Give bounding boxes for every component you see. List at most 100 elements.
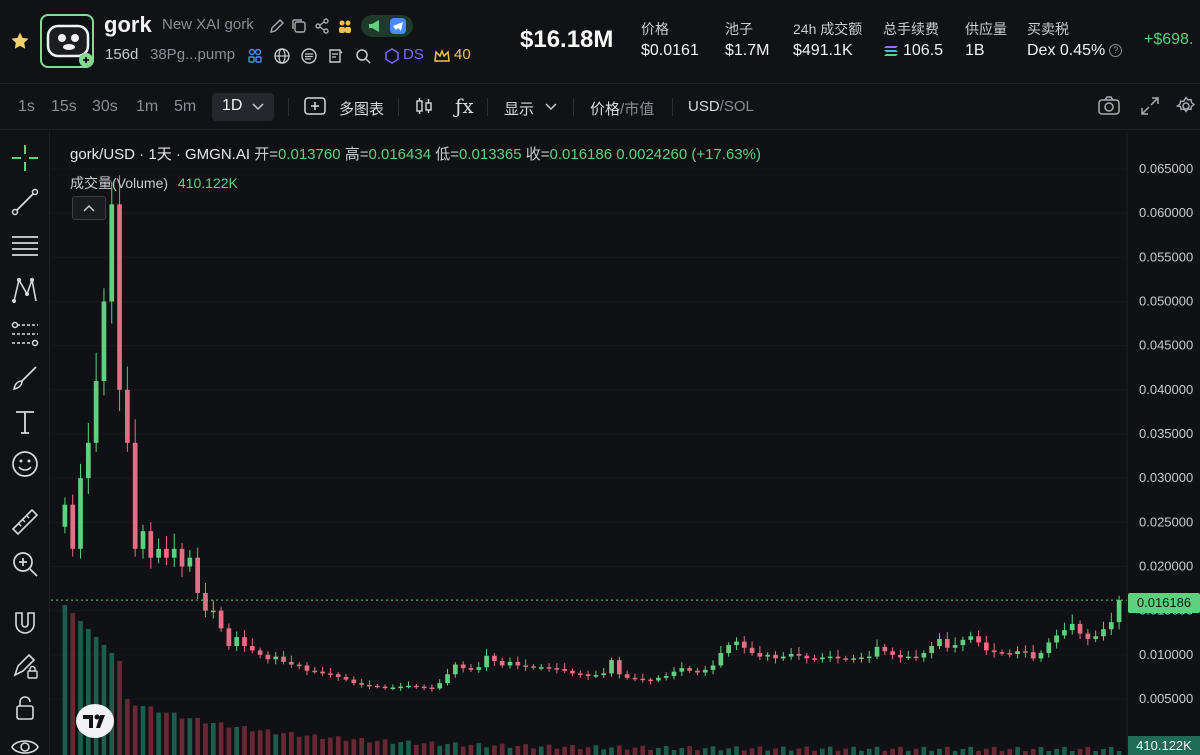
candle-body xyxy=(648,679,653,682)
volume-bar xyxy=(531,748,536,755)
contract-address[interactable]: 38Pg...pump xyxy=(150,46,235,63)
candle-body xyxy=(429,687,435,690)
volume-bar xyxy=(921,746,927,755)
ruler-icon[interactable] xyxy=(10,507,40,537)
volume-bar xyxy=(538,746,544,755)
currency-sol[interactable]: SOL xyxy=(724,98,754,115)
candle-body xyxy=(726,645,731,654)
volume-bar xyxy=(1116,750,1122,755)
price-mcap-toggle[interactable]: 价格/市值 xyxy=(590,98,654,119)
fib-retracement-icon[interactable] xyxy=(10,319,40,349)
candle-body xyxy=(249,646,255,651)
lock-drawing-icon[interactable] xyxy=(10,651,40,681)
candlestick-chart[interactable]: 0.065000 0.060000 0.055000 0.050000 0.045000… xyxy=(51,131,1200,755)
emoji-icon[interactable] xyxy=(10,449,40,479)
brush-icon[interactable] xyxy=(10,363,40,393)
list-circle-icon[interactable] xyxy=(300,47,318,65)
volume-legend-value: 410.122K xyxy=(177,175,238,191)
fullscreen-icon[interactable] xyxy=(1140,96,1160,116)
text-tool-icon[interactable] xyxy=(10,407,40,437)
volume-bar xyxy=(1108,746,1114,755)
candle-type-icon[interactable] xyxy=(414,96,434,116)
favorite-star-icon[interactable] xyxy=(10,31,30,51)
chevron-down-icon xyxy=(252,103,264,111)
volume-bar xyxy=(866,748,872,755)
pattern-tool-icon[interactable] xyxy=(10,275,40,305)
holders-group-icon[interactable] xyxy=(336,17,354,35)
candle-body xyxy=(281,656,286,662)
ds-hex-icon[interactable] xyxy=(383,47,401,65)
currency-toggle[interactable]: USD/SOL xyxy=(688,98,754,115)
volume-bar xyxy=(351,739,357,755)
drawing-tools-sidebar xyxy=(0,131,50,755)
help-icon[interactable]: ? xyxy=(1109,44,1123,58)
candle-body xyxy=(1015,651,1020,654)
price-chart[interactable]: 0.065000 0.060000 0.055000 0.050000 0.045000… xyxy=(51,131,1200,755)
search-icon[interactable] xyxy=(354,47,372,65)
candle-body xyxy=(546,667,552,669)
candle-body xyxy=(1069,623,1075,631)
candle-body xyxy=(812,658,817,660)
zoom-in-icon[interactable] xyxy=(10,549,40,579)
timeframe-30s[interactable]: 30s xyxy=(92,98,118,116)
volume-bar xyxy=(390,743,396,755)
volume-bar xyxy=(757,746,763,755)
notes-icon[interactable] xyxy=(327,47,345,65)
volume-bar xyxy=(546,744,552,755)
magnet-icon[interactable] xyxy=(10,609,40,639)
bundle-icon[interactable] xyxy=(246,47,264,65)
ds-link[interactable]: DS xyxy=(403,46,424,63)
price-toggle-label[interactable]: 价格 xyxy=(590,101,620,118)
volume-bar xyxy=(382,739,388,755)
edit-icon[interactable] xyxy=(268,17,286,35)
volume-bar xyxy=(968,746,974,755)
multi-chart-button[interactable]: 多图表 xyxy=(339,98,384,119)
tradingview-logo[interactable] xyxy=(76,704,114,738)
token-header: gork New XAI gork 156d 38Pg...pump DS 40… xyxy=(0,0,1200,84)
indicators-fx-button[interactable]: ƒx xyxy=(455,94,474,118)
candle-body xyxy=(554,668,560,670)
display-menu[interactable]: 显示 xyxy=(504,98,534,119)
volume-bar xyxy=(1085,746,1091,755)
volume-bar xyxy=(359,737,364,755)
y-axis-tick-label: 0.045000 xyxy=(1139,338,1193,353)
add-chart-icon[interactable] xyxy=(304,96,326,116)
legend-high-label: 高= xyxy=(344,146,369,163)
candle-body xyxy=(203,593,208,611)
price-label: 价格 xyxy=(641,21,669,37)
website-globe-icon[interactable] xyxy=(273,47,291,65)
legend-low-label: 低= xyxy=(435,146,459,163)
crosshair-icon[interactable] xyxy=(10,143,40,173)
telegram-icon[interactable] xyxy=(389,17,407,35)
currency-usd[interactable]: USD xyxy=(688,98,720,115)
candle-body xyxy=(984,642,989,651)
settings-gear-icon[interactable] xyxy=(1176,96,1196,116)
timeframe-1m[interactable]: 1m xyxy=(136,98,158,116)
copy-icon[interactable] xyxy=(290,17,308,35)
visibility-eye-icon[interactable] xyxy=(10,733,40,755)
collapse-legend-button[interactable] xyxy=(72,196,106,220)
lock-icon[interactable] xyxy=(10,693,40,723)
chevron-down-icon[interactable] xyxy=(545,103,557,111)
horizontal-lines-icon[interactable] xyxy=(10,231,40,261)
mcap-toggle-label[interactable]: 市值 xyxy=(624,101,654,118)
megaphone-icon[interactable] xyxy=(366,17,384,35)
timeframe-dropdown[interactable]: 1D xyxy=(212,93,274,121)
volume-bar xyxy=(734,746,739,755)
camera-icon[interactable] xyxy=(1097,95,1121,117)
trend-line-icon[interactable] xyxy=(10,187,40,217)
candle-body xyxy=(632,677,638,680)
candle-body xyxy=(171,548,177,558)
share-icon[interactable] xyxy=(313,17,331,35)
legend-low-value: 0.013365 xyxy=(459,146,522,163)
candle-body xyxy=(492,655,497,662)
volume-bar xyxy=(429,741,435,755)
timeframe-5m[interactable]: 5m xyxy=(174,98,196,116)
crown-icon[interactable] xyxy=(433,47,451,65)
volume-bar xyxy=(437,745,443,755)
volume-bar xyxy=(851,746,856,755)
timeframe-15s[interactable]: 15s xyxy=(51,98,77,116)
candle-body xyxy=(382,686,388,689)
timeframe-1s[interactable]: 1s xyxy=(18,98,35,116)
volume-bar xyxy=(335,736,341,755)
